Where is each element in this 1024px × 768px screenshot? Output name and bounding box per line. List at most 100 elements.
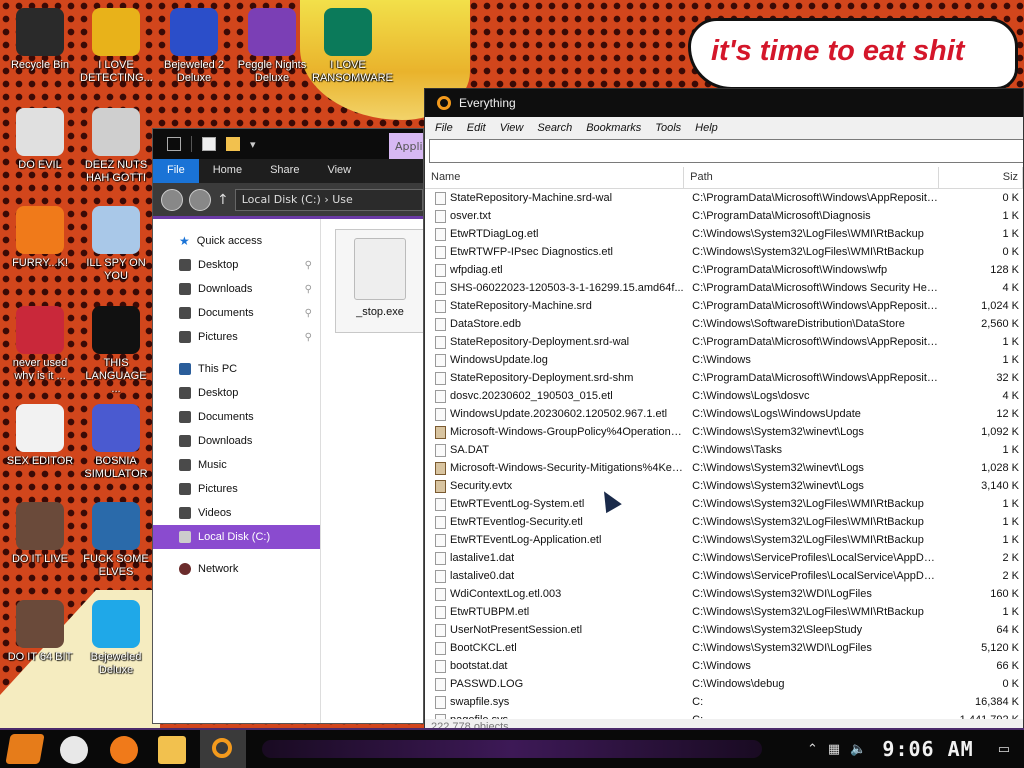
column-path-header[interactable]: Path <box>684 167 940 188</box>
table-row[interactable]: PASSWD.LOG C:\Windows\debug 0 K <box>425 675 1023 693</box>
table-row[interactable]: lastalive1.dat C:\Windows\ServiceProfiles… <box>425 549 1023 567</box>
network-icon[interactable]: ▦ <box>828 742 840 757</box>
desktop-icon-item[interactable]: Recycle Bin <box>2 8 78 72</box>
search-input[interactable] <box>429 139 1023 163</box>
checkbox-icon[interactable] <box>202 137 216 151</box>
table-row[interactable]: SA.DAT C:\Windows\Tasks 1 K <box>425 441 1023 459</box>
taskbar-everything-button[interactable] <box>200 730 246 768</box>
nav-quick-documents[interactable]: Documents ⚲ <box>153 301 320 325</box>
nav-quick-desktop[interactable]: Desktop ⚲ <box>153 253 320 277</box>
volume-icon[interactable]: 🔈 <box>850 742 866 757</box>
desktop-icon-item[interactable]: never used why is it ... <box>2 306 78 383</box>
nav-this-pc[interactable]: This PC <box>153 357 320 381</box>
firefox-icon[interactable] <box>110 736 138 764</box>
nav-local-disk[interactable]: Local Disk (C:) <box>153 525 320 549</box>
table-row[interactable]: BootCKCL.etl C:\Windows\System32\WDI\LogF… <box>425 639 1023 657</box>
table-row[interactable]: EtwRTEventlog-Security.etl C:\Windows\Sys… <box>425 513 1023 531</box>
everything-search-window[interactable]: Everything File Edit View Search Bookmar… <box>424 88 1024 738</box>
table-row[interactable]: EtwRTUBPM.etl C:\Windows\System32\LogFile… <box>425 603 1023 621</box>
desktop-icon-item[interactable]: THIS LANGUAGE ... <box>78 306 154 396</box>
desktop-icon-item[interactable]: BOSNIA SIMULATOR <box>78 404 154 481</box>
back-button[interactable] <box>161 188 183 211</box>
table-row[interactable]: StateRepository-Machine.srd-wal C:\Progra… <box>425 189 1023 207</box>
nav-pc-documents[interactable]: Documents <box>153 405 320 429</box>
table-row[interactable]: Microsoft-Windows-Security-Mitigations%4… <box>425 459 1023 477</box>
table-row[interactable]: StateRepository-Deployment.srd-shm C:\Pro… <box>425 369 1023 387</box>
nav-pc-desktop[interactable]: Desktop <box>153 381 320 405</box>
chevron-down-icon[interactable]: ▾ <box>250 138 256 151</box>
nav-network[interactable]: Network <box>153 557 320 581</box>
table-row[interactable]: Microsoft-Windows-GroupPolicy%4Operation… <box>425 423 1023 441</box>
results-list[interactable]: StateRepository-Machine.srd-wal C:\Progra… <box>425 189 1023 729</box>
nav-pc-downloads[interactable]: Downloads <box>153 429 320 453</box>
nav-pc-videos[interactable]: Videos <box>153 501 320 525</box>
table-row[interactable]: bootstat.dat C:\Windows 66 K <box>425 657 1023 675</box>
menu-file[interactable]: File <box>435 122 453 134</box>
table-row[interactable]: wfpdiag.etl C:\ProgramData\Microsoft\Wind… <box>425 261 1023 279</box>
desktop-icon-item[interactable]: I LOVE DETECTING... <box>78 8 154 85</box>
table-row[interactable]: DataStore.edb C:\Windows\SoftwareDistribu… <box>425 315 1023 333</box>
properties-icon[interactable] <box>167 137 181 151</box>
desktop-icon-item[interactable]: FUCK SOME ELVES <box>78 502 154 579</box>
desktop-icon-item[interactable]: DO EVIL <box>2 108 78 172</box>
everything-title-bar[interactable]: Everything <box>425 89 1023 117</box>
menu-search[interactable]: Search <box>537 122 572 134</box>
table-row[interactable]: SHS-06022023-120503-3-1-16299.15.amd64f.… <box>425 279 1023 297</box>
nav-quick-pictures[interactable]: Pictures ⚲ <box>153 325 320 349</box>
table-row[interactable]: EtwRTEventLog-System.etl C:\Windows\Syste… <box>425 495 1023 513</box>
application-tools-tab[interactable]: Appli <box>389 133 423 159</box>
table-row[interactable]: EtwRTWFP-IPsec Diagnostics.etl C:\Windows… <box>425 243 1023 261</box>
column-name-header[interactable]: Name <box>425 167 685 188</box>
nav-pc-music[interactable]: Music <box>153 453 320 477</box>
desktop-icon-item[interactable]: ILL SPY ON YOU <box>78 206 154 283</box>
desktop-icon-item[interactable]: Bejeweled Deluxe <box>78 600 154 677</box>
desktop-icon-item[interactable]: Bejeweled 2 Deluxe <box>156 8 232 85</box>
notifications-icon[interactable]: ▭ <box>998 742 1010 757</box>
column-size-header[interactable]: Siz <box>939 167 1023 188</box>
table-row[interactable]: EtwRTEventLog-Application.etl C:\Windows\… <box>425 531 1023 549</box>
table-row[interactable]: swapfile.sys C: 16,384 K <box>425 693 1023 711</box>
chrome-icon[interactable] <box>60 736 88 764</box>
nav-quick-downloads[interactable]: Downloads ⚲ <box>153 277 320 301</box>
up-arrow-icon[interactable]: ↑ <box>217 192 229 208</box>
table-row[interactable]: Security.evtx C:\Windows\System32\winevt\… <box>425 477 1023 495</box>
desktop-icon-item[interactable]: FURRY...K! <box>2 206 78 270</box>
tab-share[interactable]: Share <box>256 159 313 183</box>
tab-file[interactable]: File <box>153 159 199 183</box>
file-explorer-window[interactable]: ▾ Appli File Home Share View ↑ Local Dis… <box>152 128 424 724</box>
table-row[interactable]: WindowsUpdate.20230602.120502.967.1.etl C… <box>425 405 1023 423</box>
desktop-icon-item[interactable]: DEEZ NUTS HAH GOTTI <box>78 108 154 185</box>
new-folder-icon[interactable] <box>226 137 240 151</box>
menu-view[interactable]: View <box>500 122 524 134</box>
tray-chevron-icon[interactable]: ⌃ <box>807 742 818 757</box>
tab-view[interactable]: View <box>313 159 365 183</box>
file-item[interactable]: _stop.exe <box>335 229 423 333</box>
address-bar[interactable]: Local Disk (C:) › Use <box>234 188 423 211</box>
table-row[interactable]: osver.txt C:\ProgramData\Microsoft\Diagno… <box>425 207 1023 225</box>
desktop-icon-item[interactable]: I LOVE RANSOMWARE <box>310 8 393 85</box>
table-row[interactable]: StateRepository-Machine.srd C:\ProgramDat… <box>425 297 1023 315</box>
menu-edit[interactable]: Edit <box>467 122 486 134</box>
desktop-icon-item[interactable]: Peggle Nights Deluxe <box>234 8 310 85</box>
table-row[interactable]: EtwRTDiagLog.etl C:\Windows\System32\LogF… <box>425 225 1023 243</box>
menu-bookmarks[interactable]: Bookmarks <box>586 122 641 134</box>
table-row[interactable]: WdiContextLog.etl.003 C:\Windows\System32… <box>425 585 1023 603</box>
desktop-icon-item[interactable]: SEX EDITOR <box>2 404 78 468</box>
desktop-icon-item[interactable]: DO IT LIVE <box>2 502 78 566</box>
start-button[interactable] <box>5 734 45 764</box>
nav-pc-pictures[interactable]: Pictures <box>153 477 320 501</box>
clock[interactable]: 9:06 AM <box>882 737 973 761</box>
tab-home[interactable]: Home <box>199 159 256 183</box>
explorer-title-bar[interactable]: ▾ Appli <box>153 129 423 159</box>
table-row[interactable]: StateRepository-Deployment.srd-wal C:\Pro… <box>425 333 1023 351</box>
menu-help[interactable]: Help <box>695 122 718 134</box>
nav-quick-access[interactable]: ★ Quick access <box>153 229 320 253</box>
table-row[interactable]: UserNotPresentSession.etl C:\Windows\Syst… <box>425 621 1023 639</box>
forward-button[interactable] <box>189 188 211 211</box>
table-row[interactable]: dosvc.20230602_190503_015.etl C:\Windows\… <box>425 387 1023 405</box>
menu-tools[interactable]: Tools <box>655 122 681 134</box>
desktop-icon-item[interactable]: DO IT 64 BIT <box>2 600 78 664</box>
file-explorer-icon[interactable] <box>158 736 186 764</box>
table-row[interactable]: WindowsUpdate.log C:\Windows 1 K <box>425 351 1023 369</box>
table-row[interactable]: lastalive0.dat C:\Windows\ServiceProfiles… <box>425 567 1023 585</box>
